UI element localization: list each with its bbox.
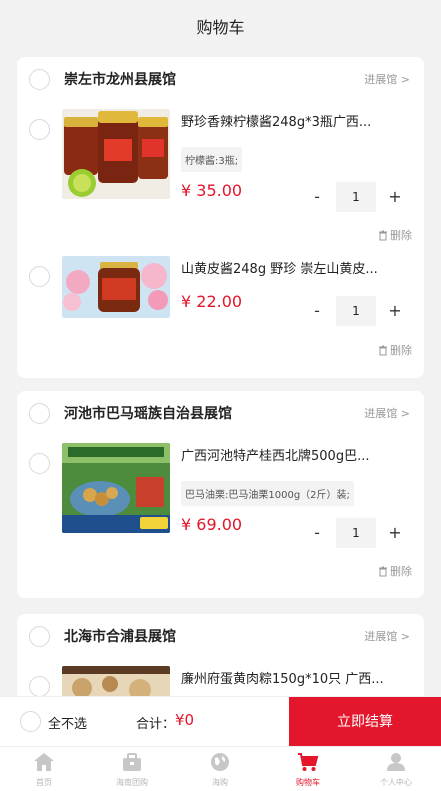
user-icon [387, 753, 405, 771]
decrease-quantity-button[interactable]: - [306, 518, 328, 548]
store-select-checkbox[interactable] [29, 626, 50, 647]
select-all-label[interactable]: 全不选 [48, 713, 87, 732]
quantity-stepper: - 1 + [306, 518, 406, 548]
product-title[interactable]: 野珍香辣柠檬酱248g*3瓶广西... [181, 111, 413, 130]
trash-icon [379, 566, 387, 577]
cart-item: 野珍香辣柠檬酱248g*3瓶广西... 柠檬酱:3瓶; ¥ 35.00 - 1 … [17, 109, 424, 242]
trash-icon [379, 345, 387, 356]
store-card: 河池市巴马瑶族自治县展馆 进展馆 > 广西河池特产桂西北牌500g巴... 巴马… [17, 391, 424, 598]
briefcase-icon [123, 753, 141, 771]
delete-label: 删除 [390, 565, 412, 578]
store-name: 河池市巴马瑶族自治县展馆 [64, 406, 232, 422]
quantity-stepper: - 1 + [306, 182, 406, 212]
tab-label: 海南团购 [116, 778, 148, 787]
product-image[interactable] [62, 256, 170, 318]
enter-store-link[interactable]: 进展馆 > [364, 405, 410, 421]
trash-icon [379, 230, 387, 241]
quantity-stepper: - 1 + [306, 296, 406, 326]
store-card: 北海市合浦县展馆 进展馆 > 廉州府蛋黄肉粽150g*10只 广西... [17, 614, 424, 696]
tab-cart[interactable]: 购物车 [264, 747, 352, 791]
product-title[interactable]: 山黄皮酱248g 野珍 崇左山黄皮... [181, 258, 413, 277]
item-select-checkbox[interactable] [29, 453, 50, 474]
delete-button[interactable]: 删除 [378, 227, 412, 243]
increase-quantity-button[interactable]: + [384, 182, 406, 212]
increase-quantity-button[interactable]: + [384, 518, 406, 548]
product-spec[interactable]: 柠檬酱:3瓶; [181, 147, 243, 172]
increase-quantity-button[interactable]: + [384, 296, 406, 326]
globe-icon [211, 753, 229, 771]
cart-icon [298, 753, 319, 771]
store-name: 崇左市龙州县展馆 [64, 72, 176, 88]
product-price: ¥ 69.00 [181, 515, 243, 534]
tab-home[interactable]: 首页 [0, 747, 88, 791]
quantity-value[interactable]: 1 [336, 518, 376, 548]
tab-label: 个人中心 [380, 778, 412, 787]
store-select-checkbox[interactable] [29, 69, 50, 90]
cart-item: 山黄皮酱248g 野珍 崇左山黄皮... ¥ 22.00 - 1 + 删除 [17, 256, 424, 386]
checkout-bar: 全不选 合计： ¥0 立即结算 [0, 696, 441, 747]
item-select-checkbox[interactable] [29, 266, 50, 287]
home-icon [34, 753, 54, 771]
delete-label: 删除 [390, 229, 412, 242]
delete-label: 删除 [390, 344, 412, 357]
quantity-value[interactable]: 1 [336, 296, 376, 326]
tab-label: 首页 [36, 778, 52, 787]
product-spec[interactable]: 巴马油栗:巴马油栗1000g（2斤）装; [181, 481, 354, 506]
decrease-quantity-button[interactable]: - [306, 296, 328, 326]
total-value: ¥0 [175, 711, 195, 729]
product-title[interactable]: 广西河池特产桂西北牌500g巴... [181, 445, 413, 464]
select-all-checkbox[interactable] [20, 711, 41, 732]
item-select-checkbox[interactable] [29, 119, 50, 140]
store-card: 崇左市龙州县展馆 进展馆 > 野珍香辣柠檬酱248g*3瓶广西... 柠檬酱:3… [17, 57, 424, 378]
product-title[interactable]: 廉州府蛋黄肉粽150g*10只 广西... [181, 668, 413, 687]
delete-button[interactable]: 删除 [378, 342, 412, 358]
tab-label: 海购 [212, 778, 228, 787]
quantity-value[interactable]: 1 [336, 182, 376, 212]
product-price: ¥ 22.00 [181, 292, 243, 311]
product-image[interactable] [62, 109, 170, 199]
bottom-tab-bar: 首页 海南团购 海购 购物车 个人中心 [0, 746, 441, 791]
total-label: 合计： [136, 717, 176, 732]
cart-item: 广西河池特产桂西北牌500g巴... 巴马油栗:巴马油栗1000g（2斤）装; … [17, 443, 424, 578]
tab-profile[interactable]: 个人中心 [352, 747, 440, 791]
decrease-quantity-button[interactable]: - [306, 182, 328, 212]
enter-store-link[interactable]: 进展馆 > [364, 71, 410, 87]
enter-store-link[interactable]: 进展馆 > [364, 628, 410, 644]
tab-label: 购物车 [296, 778, 320, 787]
store-select-checkbox[interactable] [29, 403, 50, 424]
cart-item: 廉州府蛋黄肉粽150g*10只 广西... [17, 666, 424, 696]
product-image[interactable] [62, 443, 170, 533]
store-name: 北海市合浦县展馆 [64, 629, 176, 645]
product-image[interactable] [62, 666, 170, 696]
item-select-checkbox[interactable] [29, 676, 50, 696]
cart-list[interactable]: 崇左市龙州县展馆 进展馆 > 野珍香辣柠檬酱248g*3瓶广西... 柠檬酱:3… [0, 56, 441, 696]
tab-global[interactable]: 海购 [176, 747, 264, 791]
product-price: ¥ 35.00 [181, 181, 243, 200]
tab-group-buy[interactable]: 海南团购 [88, 747, 176, 791]
page-title: 购物车 [0, 0, 441, 56]
delete-button[interactable]: 删除 [378, 563, 412, 579]
checkout-button[interactable]: 立即结算 [289, 697, 441, 747]
